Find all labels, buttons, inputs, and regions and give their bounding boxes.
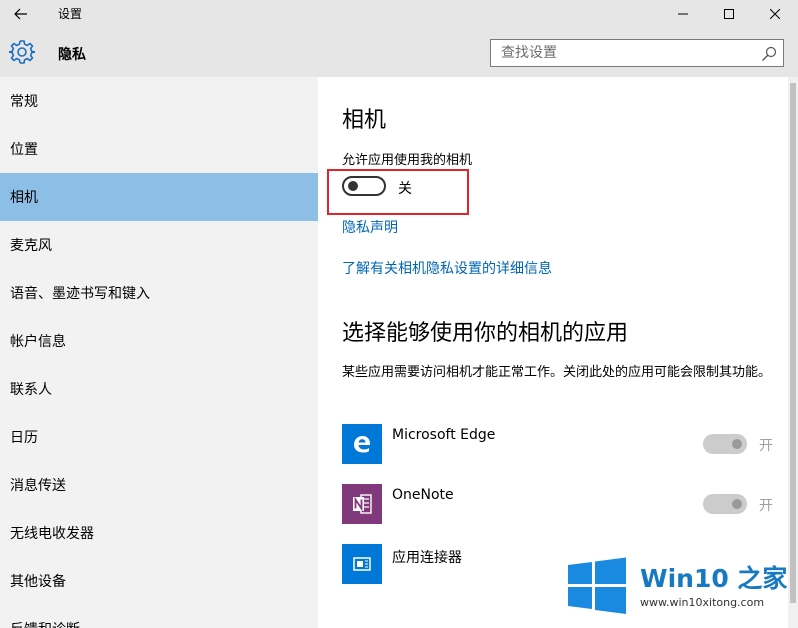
minimize-button[interactable] xyxy=(660,0,706,27)
sidebar-item-label: 消息传送 xyxy=(10,478,66,494)
gear-icon xyxy=(9,40,35,64)
sidebar-item-label: 其他设备 xyxy=(10,574,66,590)
privacy-statement-link[interactable]: 隐私声明 xyxy=(342,217,398,237)
search-icon[interactable] xyxy=(761,46,777,62)
app-name: OneNote xyxy=(392,487,454,503)
sidebar-item-microphone[interactable]: 麦克风 xyxy=(0,221,318,269)
onenote-camera-toggle[interactable] xyxy=(703,494,747,514)
close-icon xyxy=(770,8,780,19)
section-heading: 相机 xyxy=(342,108,387,133)
page-title: 隐私 xyxy=(58,47,86,63)
sidebar-item-label: 日历 xyxy=(10,430,38,446)
sidebar-item-radios[interactable]: 无线电收发器 xyxy=(0,509,318,557)
learn-more-link[interactable]: 了解有关相机隐私设置的详细信息 xyxy=(342,258,552,278)
watermark-url: www.win10xitong.com xyxy=(640,596,765,609)
windows-logo-icon xyxy=(568,557,626,614)
sidebar-item-label: 无线电收发器 xyxy=(10,526,94,542)
app-connector-icon xyxy=(342,544,382,584)
maximize-button[interactable] xyxy=(706,0,752,27)
apps-description: 某些应用需要访问相机才能正常工作。关闭此处的应用可能会限制其功能。 xyxy=(342,365,772,380)
sidebar-item-label: 联系人 xyxy=(10,382,52,398)
sidebar-item-camera[interactable]: 相机 xyxy=(0,173,318,221)
sidebar-item-label: 麦克风 xyxy=(10,238,52,254)
apps-heading: 选择能够使用你的相机的应用 xyxy=(342,321,629,346)
app-row-edge: Microsoft Edge 开 xyxy=(342,424,782,464)
sidebar-item-label: 位置 xyxy=(10,142,38,158)
watermark: Win10 之家 www.win10xitong.com xyxy=(566,556,798,628)
sidebar-item-label: 语音、墨迹书写和键入 xyxy=(10,286,150,302)
watermark-brand: Win10 之家 xyxy=(640,564,788,593)
onenote-icon xyxy=(342,484,382,524)
sidebar-item-label: 反馈和诊断 xyxy=(10,619,80,628)
sidebar-item-account-info[interactable]: 帐户信息 xyxy=(0,317,318,365)
toggle-knob xyxy=(348,181,358,191)
back-button[interactable] xyxy=(6,0,36,27)
sidebar-item-label: 常规 xyxy=(10,94,38,110)
sidebar-item-location[interactable]: 位置 xyxy=(0,125,318,173)
sidebar-item-general[interactable]: 常规 xyxy=(0,77,318,125)
sidebar-item-label: 帐户信息 xyxy=(10,334,66,350)
camera-access-toggle[interactable] xyxy=(342,176,386,196)
title-bar: 设置 xyxy=(0,0,798,27)
camera-access-toggle-state: 关 xyxy=(398,181,412,197)
toggle-knob xyxy=(732,439,742,449)
search-box[interactable] xyxy=(490,39,784,67)
app-toggle-state: 开 xyxy=(759,438,773,454)
sidebar-item-speech-inking[interactable]: 语音、墨迹书写和键入 xyxy=(0,269,318,317)
sidebar: 常规 位置 相机 麦克风 语音、墨迹书写和键入 帐户信息 联系人 日历 消息传送… xyxy=(0,77,318,628)
search-input[interactable] xyxy=(491,41,751,65)
sidebar-item-contacts[interactable]: 联系人 xyxy=(0,365,318,413)
back-arrow-icon xyxy=(14,8,27,19)
maximize-icon xyxy=(724,8,734,19)
settings-header: 隐私 xyxy=(0,27,798,77)
close-button[interactable] xyxy=(752,0,798,27)
minimize-icon xyxy=(678,13,688,14)
toggle-knob xyxy=(732,499,742,509)
scrollbar[interactable] xyxy=(788,77,798,628)
sidebar-item-feedback-diagnostics[interactable]: 反馈和诊断 xyxy=(0,605,318,628)
app-row-onenote: OneNote 开 xyxy=(342,484,782,524)
app-toggle-state: 开 xyxy=(759,498,773,514)
edge-icon xyxy=(342,424,382,464)
app-name: Microsoft Edge xyxy=(392,427,496,443)
edge-camera-toggle[interactable] xyxy=(703,434,747,454)
sidebar-item-label: 相机 xyxy=(10,190,38,206)
window-title: 设置 xyxy=(58,7,83,21)
sidebar-item-other-devices[interactable]: 其他设备 xyxy=(0,557,318,605)
app-name: 应用连接器 xyxy=(392,550,462,566)
sidebar-item-calendar[interactable]: 日历 xyxy=(0,413,318,461)
sidebar-item-messaging[interactable]: 消息传送 xyxy=(0,461,318,509)
main-content: 相机 允许应用使用我的相机 关 隐私声明 了解有关相机隐私设置的详细信息 选择能… xyxy=(318,77,798,628)
scrollbar-thumb[interactable] xyxy=(790,83,796,603)
camera-access-label: 允许应用使用我的相机 xyxy=(342,153,473,168)
